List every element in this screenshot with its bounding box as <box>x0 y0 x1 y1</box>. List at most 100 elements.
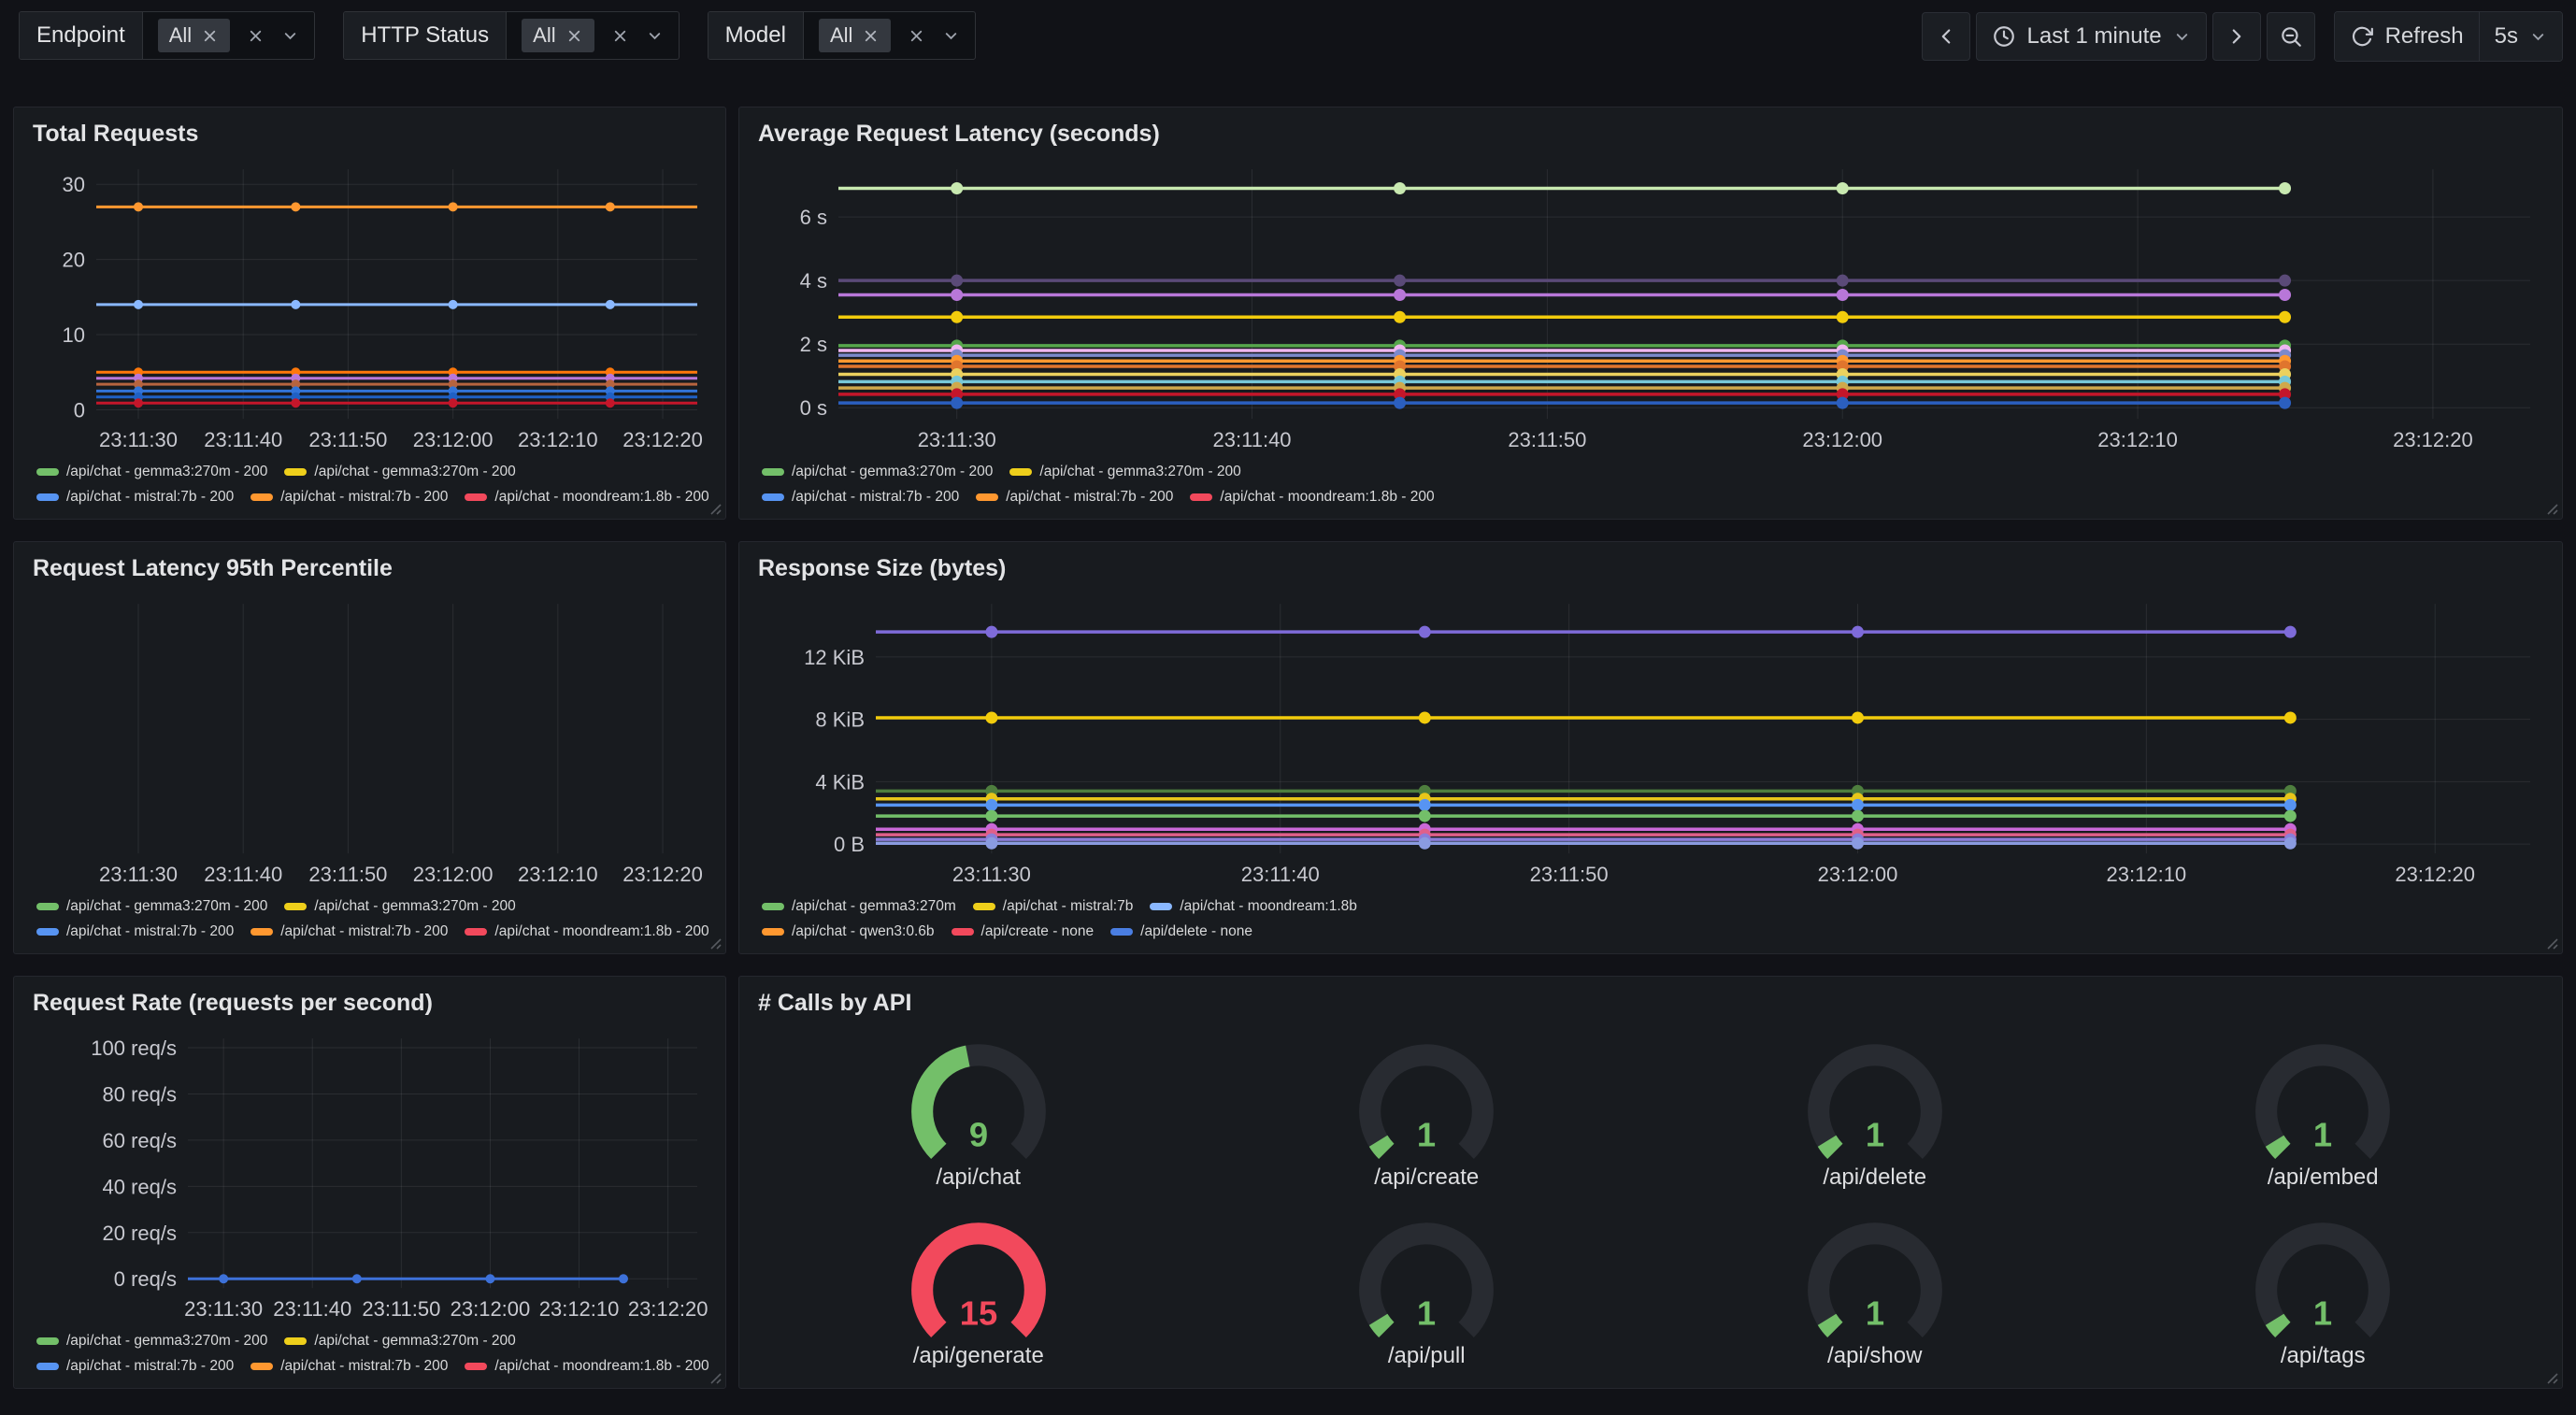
legend-item[interactable]: /api/chat - moondream:1.8b - 200 <box>465 923 708 940</box>
chevron-down-icon[interactable] <box>281 27 299 45</box>
chevron-down-icon[interactable] <box>646 27 664 45</box>
legend-item[interactable]: /api/chat - gemma3:270m - 200 <box>36 464 267 480</box>
legend-item[interactable]: /api/chat - mistral:7b - 200 <box>250 489 448 506</box>
filter-chip[interactable]: All <box>522 19 594 52</box>
chart-area[interactable]: 0 B4 KiB8 KiB12 KiB23:11:3023:11:4023:11… <box>754 589 2547 889</box>
panel-title[interactable]: Response Size (bytes) <box>758 553 2547 585</box>
legend-item[interactable]: /api/chat - mistral:7b - 200 <box>762 489 959 506</box>
svg-text:2 s: 2 s <box>800 333 827 356</box>
gauge-value: 1 <box>1866 1294 1884 1332</box>
remove-value-icon[interactable] <box>862 27 880 45</box>
svg-text:6 s: 6 s <box>800 206 827 229</box>
svg-text:23:11:40: 23:11:40 <box>204 428 282 451</box>
legend-item[interactable]: /api/chat - gemma3:270m - 200 <box>762 464 993 480</box>
legend-series-label: /api/chat - gemma3:270m - 200 <box>66 1333 267 1350</box>
filter-chip[interactable]: All <box>158 19 230 52</box>
legend-series-swatch <box>952 928 974 936</box>
gauge-label: /api/chat <box>936 1165 1021 1192</box>
panel-resize-handle[interactable] <box>2540 932 2559 950</box>
remove-value-icon[interactable] <box>201 27 219 45</box>
legend-item[interactable]: /api/chat - mistral:7b - 200 <box>36 489 234 506</box>
clear-filter-icon[interactable] <box>247 27 265 45</box>
legend-item[interactable]: /api/chat - moondream:1.8b - 200 <box>465 489 708 506</box>
chart-area[interactable]: 0 req/s20 req/s40 req/s60 req/s80 req/s1… <box>29 1023 710 1323</box>
legend-item[interactable]: /api/chat - gemma3:270m - 200 <box>284 1333 515 1350</box>
legend-item[interactable]: /api/chat - mistral:7b - 200 <box>250 1358 448 1375</box>
svg-text:100 req/s: 100 req/s <box>91 1036 177 1060</box>
legend-item[interactable]: /api/chat - gemma3:270m - 200 <box>284 464 515 480</box>
legend-series-label: /api/chat - moondream:1.8b - 200 <box>1220 489 1434 506</box>
remove-value-icon[interactable] <box>565 27 583 45</box>
legend-series-label: /api/chat - gemma3:270m - 200 <box>1039 464 1240 480</box>
chevron-down-icon[interactable] <box>942 27 960 45</box>
zoom-out-button[interactable] <box>2267 12 2315 61</box>
panel-title[interactable]: # Calls by API <box>758 988 2547 1020</box>
legend-item[interactable]: /api/chat - mistral:7b - 200 <box>36 1358 234 1375</box>
legend-item[interactable]: /api/chat - gemma3:270m - 200 <box>284 898 515 915</box>
legend-item[interactable]: /api/chat - moondream:1.8b <box>1150 898 1357 915</box>
clear-filter-icon[interactable] <box>611 27 629 45</box>
panel-title[interactable]: Average Request Latency (seconds) <box>758 119 2547 150</box>
legend-item[interactable]: /api/chat - gemma3:270m <box>762 898 956 915</box>
legend-series-swatch <box>973 903 995 910</box>
panel-request-rate-requests-per-second: Request Rate (requests per second)0 req/… <box>13 976 726 1389</box>
time-range-picker-button[interactable]: Last 1 minute <box>1976 12 2207 61</box>
legend-item[interactable]: /api/chat - mistral:7b - 200 <box>36 923 234 940</box>
legend-item[interactable]: /api/chat - mistral:7b - 200 <box>976 489 1173 506</box>
time-series-plot[interactable]: 010203023:11:3023:11:4023:11:5023:12:002… <box>29 154 710 454</box>
filter-value-picker[interactable]: All <box>804 12 975 59</box>
dashboard-grid: Total Requests010203023:11:3023:11:4023:… <box>0 60 2576 1402</box>
gauge-value: 9 <box>969 1116 988 1154</box>
svg-text:23:11:40: 23:11:40 <box>204 863 282 886</box>
panel-title[interactable]: Request Latency 95th Percentile <box>33 553 710 585</box>
svg-text:8 KiB: 8 KiB <box>815 708 865 731</box>
chart-area[interactable]: 010203023:11:3023:11:4023:11:5023:12:002… <box>29 154 710 454</box>
svg-text:23:11:50: 23:11:50 <box>308 863 387 886</box>
refresh-interval-button[interactable]: 5s <box>2479 12 2562 61</box>
legend-item[interactable]: /api/chat - mistral:7b <box>973 898 1134 915</box>
chevron-down-icon <box>2529 28 2547 46</box>
time-series-plot[interactable]: 0 req/s20 req/s40 req/s60 req/s80 req/s1… <box>29 1023 710 1323</box>
filter-value-picker[interactable]: All <box>507 12 678 59</box>
time-series-plot[interactable]: 0 s2 s4 s6 s23:11:3023:11:4023:11:5023:1… <box>754 154 2547 454</box>
legend-row: /api/chat - mistral:7b - 200/api/chat - … <box>762 489 2547 506</box>
svg-text:23:11:50: 23:11:50 <box>1530 863 1609 886</box>
legend-item[interactable]: /api/chat - moondream:1.8b - 200 <box>1190 489 1434 506</box>
panel-title[interactable]: Total Requests <box>33 119 710 150</box>
svg-text:23:12:20: 23:12:20 <box>2393 428 2473 451</box>
legend-series-label: /api/chat - mistral:7b - 200 <box>66 1358 234 1375</box>
chart-area[interactable]: 23:11:3023:11:4023:11:5023:12:0023:12:10… <box>29 589 710 889</box>
legend-series-swatch <box>284 1337 307 1345</box>
clear-filter-icon[interactable] <box>908 27 925 45</box>
legend-item[interactable]: /api/delete - none <box>1110 923 1252 940</box>
panel-resize-handle[interactable] <box>704 932 723 950</box>
panel-resize-handle[interactable] <box>2540 497 2559 516</box>
svg-text:23:11:30: 23:11:30 <box>952 863 1031 886</box>
panel-resize-handle[interactable] <box>704 1366 723 1385</box>
panel-resize-handle[interactable] <box>2540 1366 2559 1385</box>
time-series-plot[interactable]: 0 B4 KiB8 KiB12 KiB23:11:3023:11:4023:11… <box>754 589 2547 889</box>
legend-item[interactable]: /api/chat - gemma3:270m - 200 <box>36 898 267 915</box>
legend-item[interactable]: /api/create - none <box>952 923 1095 940</box>
filter-chip[interactable]: All <box>819 19 891 52</box>
svg-text:23:12:10: 23:12:10 <box>539 1297 620 1321</box>
panel-title[interactable]: Request Rate (requests per second) <box>33 988 710 1020</box>
svg-text:23:11:40: 23:11:40 <box>1213 428 1292 451</box>
legend-item[interactable]: /api/chat - moondream:1.8b - 200 <box>465 1358 708 1375</box>
chart-area[interactable]: 0 s2 s4 s6 s23:11:3023:11:4023:11:5023:1… <box>754 154 2547 454</box>
legend-item[interactable]: /api/chat - gemma3:270m - 200 <box>36 1333 267 1350</box>
legend-item[interactable]: /api/chat - mistral:7b - 200 <box>250 923 448 940</box>
gauge-value: 1 <box>1417 1116 1436 1154</box>
svg-text:10: 10 <box>63 323 85 347</box>
legend-series-label: /api/chat - mistral:7b - 200 <box>66 923 234 940</box>
time-shift-back-button[interactable] <box>1922 12 1970 61</box>
svg-text:23:11:50: 23:11:50 <box>308 428 387 451</box>
legend-item[interactable]: /api/chat - gemma3:270m - 200 <box>1009 464 1240 480</box>
panel-resize-handle[interactable] <box>704 497 723 516</box>
time-series-plot[interactable]: 23:11:3023:11:4023:11:5023:12:0023:12:10… <box>29 589 710 889</box>
legend-item[interactable]: /api/chat - qwen3:0.6b <box>762 923 935 940</box>
filter-value-picker[interactable]: All <box>143 12 314 59</box>
refresh-button[interactable]: Refresh <box>2335 12 2479 61</box>
gauge-arc: 9 <box>895 1032 1062 1165</box>
time-shift-forward-button[interactable] <box>2212 12 2261 61</box>
